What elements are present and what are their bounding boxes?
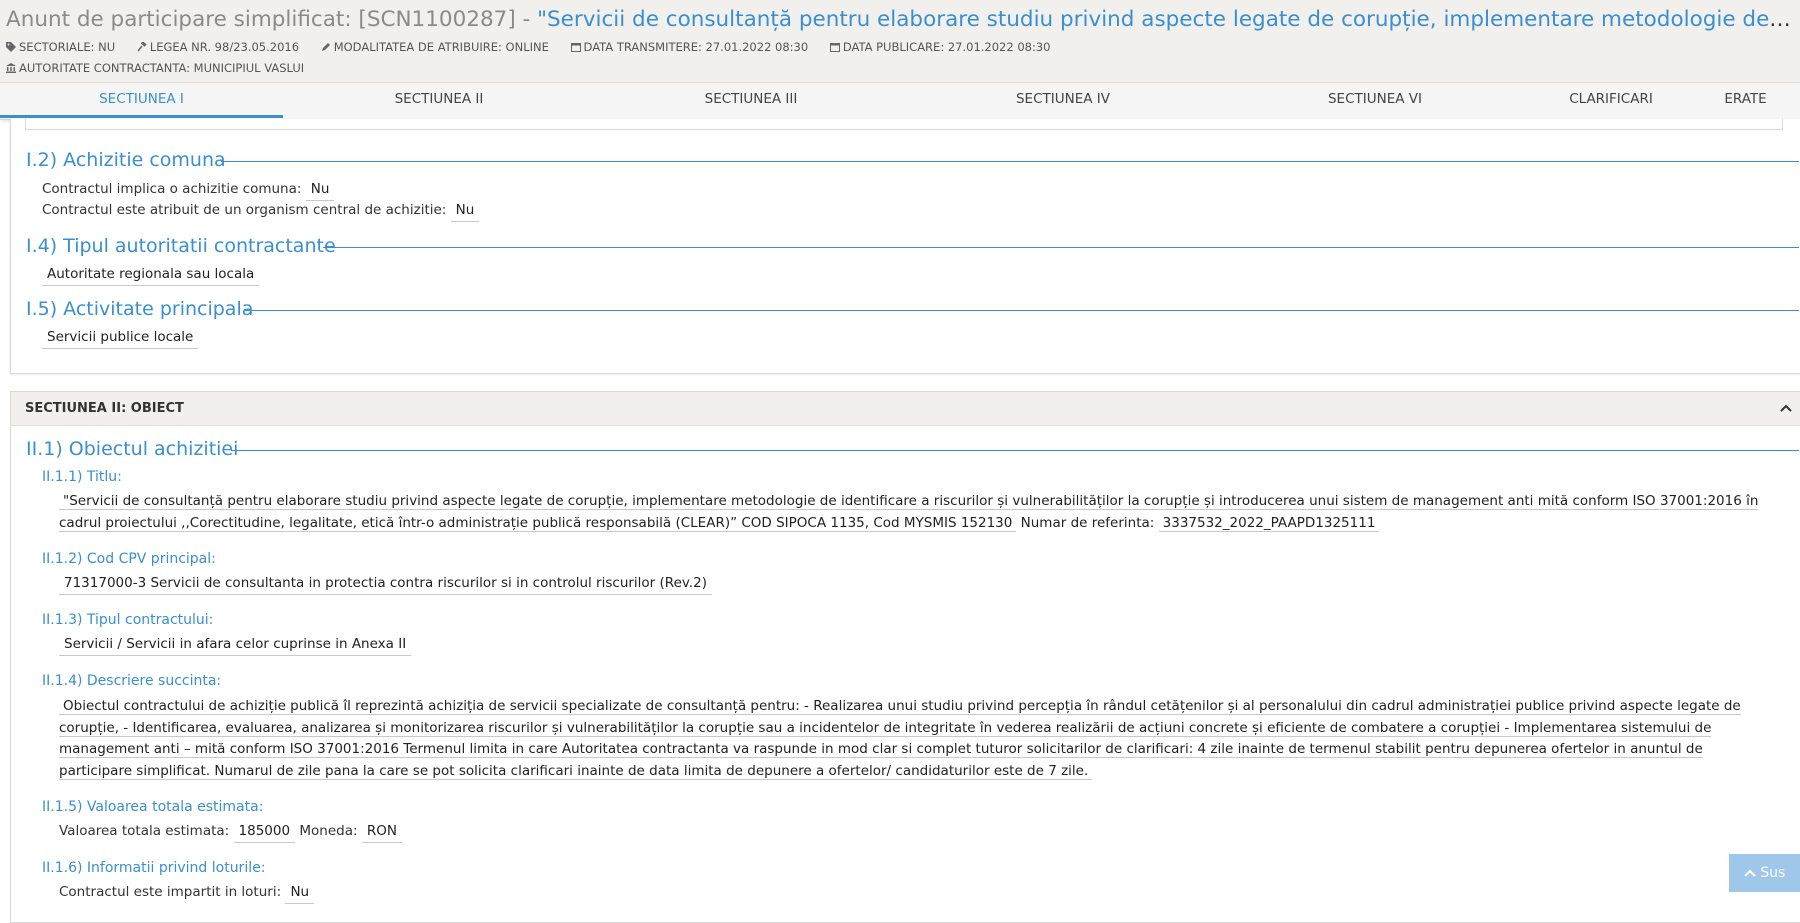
field-value-loturi: Nu xyxy=(285,882,315,904)
field-value: Servicii publice locale xyxy=(42,327,199,349)
field-value-titlu: "Servicii de consultanță pentru elaborar… xyxy=(59,493,1759,532)
meta-data-publicare: DATA PUBLICARE: 27.01.2022 08:30 xyxy=(829,38,1051,56)
calendar-icon xyxy=(570,43,581,52)
chevron-up-icon xyxy=(1743,869,1756,877)
field-value-referinta: 3337532_2022_PAAPD1325111 xyxy=(1158,514,1380,532)
field-value-descriere: Obiectul contractului de achiziție publi… xyxy=(59,698,1741,780)
field-titlu: "Servicii de consultanță pentru elaborar… xyxy=(59,491,1759,534)
field-organism-central: Contractul este atribuit de un organism … xyxy=(42,200,480,222)
notice-header: Anunt de participare simplificat: [SCN11… xyxy=(0,0,1800,83)
field-activitate-principala: Servicii publice locale xyxy=(42,327,199,349)
heading-line xyxy=(221,161,1799,162)
section-ii-panel: SECTIUNEA II: OBIECT II.1) Obiectul achi… xyxy=(10,391,1800,923)
page-title: Anunt de participare simplificat: [SCN11… xyxy=(6,5,1796,35)
meta-row-authority: AUTORITATE CONTRACTANTA: MUNICIPIUL VASL… xyxy=(6,59,322,77)
field-value-cpv: 71317000-3 Servicii de consultanta in pr… xyxy=(59,573,712,595)
label-tip-contract: II.1.3) Tipul contractului: xyxy=(42,612,214,628)
field-loturi: Contractul este impartit in loturi: Nu xyxy=(59,882,315,904)
heading-i2: I.2) Achizitie comuna xyxy=(26,149,226,171)
field-value: Autoritate regionala sau locala xyxy=(42,264,260,286)
heading-i4: I.4) Tipul autoritatii contractante xyxy=(26,235,336,257)
field-value-valoare: 185000 xyxy=(233,821,296,843)
section-i-panel: I.2) Achizitie comuna Contractul implica… xyxy=(10,119,1800,374)
heading-line xyxy=(323,247,1799,248)
field-tip-autoritate: Autoritate regionala sau locala xyxy=(42,264,260,286)
field-value: Nu xyxy=(450,200,480,222)
meta-data-transmitere: DATA TRANSMITERE: 27.01.2022 08:30 xyxy=(570,38,808,56)
tab-sectiunea-ii[interactable]: SECTIUNEA II xyxy=(283,83,595,119)
field-achizitie-comuna: Contractul implica o achizitie comuna: N… xyxy=(42,179,335,201)
meta-legea: LEGEA NR. 98/23.05.2016 xyxy=(137,38,299,56)
gavel-icon xyxy=(137,42,147,52)
bank-icon xyxy=(6,63,16,73)
meta-sectoriale: SECTORIALE: NU xyxy=(6,38,115,56)
tab-sectiunea-i[interactable]: SECTIUNEA I xyxy=(0,83,283,119)
label-valoare: II.1.5) Valoarea totala estimata: xyxy=(42,799,264,815)
heading-ii1: II.1) Obiectul achizitiei xyxy=(26,438,239,460)
tag-icon xyxy=(6,42,16,52)
label-descriere: II.1.4) Descriere succinta: xyxy=(42,673,222,689)
title-prefix: Anunt de participare simplificat: [SCN11… xyxy=(6,7,531,32)
meta-row: SECTORIALE: NU LEGEA NR. 98/23.05.2016 M… xyxy=(6,38,1069,56)
field-tip-contract: Servicii / Servicii in afara celor cupri… xyxy=(59,634,412,656)
field-value: Nu xyxy=(305,179,335,201)
heading-line xyxy=(231,450,1799,451)
tab-sectiunea-vi[interactable]: SECTIUNEA VI xyxy=(1219,83,1531,119)
section-ii-header[interactable]: SECTIUNEA II: OBIECT xyxy=(11,392,1800,426)
field-value-tip: Servicii / Servicii in afara celor cupri… xyxy=(59,634,412,656)
label-loturi: II.1.6) Informatii privind loturile: xyxy=(42,860,266,876)
meta-modalitatea: MODALITATEA DE ATRIBUIRE: ONLINE xyxy=(321,38,549,56)
scrolled-fieldset-edge xyxy=(25,119,1783,130)
scroll-top-button[interactable]: Sus xyxy=(1729,854,1800,892)
field-value-moneda: RON xyxy=(361,821,402,843)
scroll-top-label: Sus xyxy=(1760,865,1786,881)
field-valoare: Valoarea totala estimata: 185000 Moneda:… xyxy=(59,821,402,843)
field-descriere: Obiectul contractului de achiziție publi… xyxy=(59,696,1759,782)
label-cpv: II.1.2) Cod CPV principal: xyxy=(42,551,216,567)
pen-icon xyxy=(321,43,330,51)
section-ii-title: SECTIUNEA II: OBIECT xyxy=(25,401,184,416)
tab-sectiunea-iv[interactable]: SECTIUNEA IV xyxy=(907,83,1219,119)
field-cpv: 71317000-3 Servicii de consultanta in pr… xyxy=(59,573,712,595)
tab-erate[interactable]: ERATE xyxy=(1691,83,1800,119)
label-numar-referinta: Numar de referinta: xyxy=(1020,514,1155,531)
tab-sectiunea-iii[interactable]: SECTIUNEA III xyxy=(595,83,907,119)
heading-line xyxy=(245,310,1799,311)
tab-clarificari[interactable]: CLARIFICARI xyxy=(1531,83,1691,119)
title-main: "Servicii de consultanță pentru elaborar… xyxy=(537,7,1796,32)
section-tabs: SECTIUNEA I SECTIUNEA II SECTIUNEA III S… xyxy=(0,83,1800,120)
heading-i5: I.5) Activitate principala xyxy=(26,298,254,320)
active-tab-indicator xyxy=(0,115,283,118)
calendar-icon xyxy=(829,43,840,52)
chevron-up-icon[interactable] xyxy=(1779,402,1793,414)
meta-autoritate: AUTORITATE CONTRACTANTA: MUNICIPIUL VASL… xyxy=(6,59,304,77)
label-titlu: II.1.1) Titlu: xyxy=(42,469,122,485)
